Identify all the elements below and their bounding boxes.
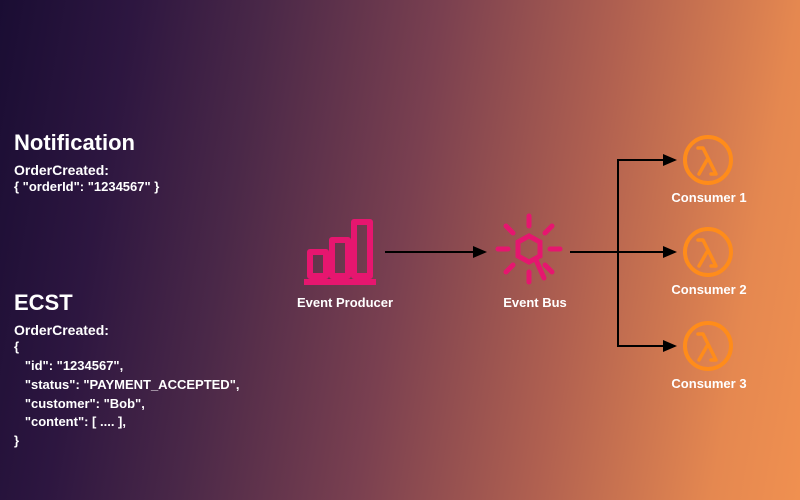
event-producer-label: Event Producer <box>290 295 400 310</box>
notification-heading: Notification <box>14 130 159 156</box>
consumer-1-label: Consumer 1 <box>668 190 750 205</box>
lambda-icon <box>682 320 734 372</box>
arrow-bus-to-consumer1 <box>570 160 675 252</box>
ecst-heading: ECST <box>14 290 239 316</box>
ecst-payload: { "id": "1234567", "status": "PAYMENT_AC… <box>14 338 239 451</box>
lambda-icon <box>682 226 734 278</box>
notification-block: Notification OrderCreated: { "orderId": … <box>14 130 159 197</box>
notification-event-label: OrderCreated: <box>14 162 159 178</box>
event-bus-node <box>490 212 568 290</box>
burst-icon <box>490 212 568 290</box>
event-bus-label: Event Bus <box>490 295 580 310</box>
notification-payload: { "orderId": "1234567" } <box>14 178 159 197</box>
consumer-1-node <box>682 134 734 186</box>
consumer-3-node <box>682 320 734 372</box>
consumer-2-node <box>682 226 734 278</box>
arrow-bus-to-consumer3 <box>570 252 675 346</box>
event-producer-node <box>300 210 380 290</box>
consumer-2-label: Consumer 2 <box>668 282 750 297</box>
lambda-icon <box>682 134 734 186</box>
ecst-block: ECST OrderCreated: { "id": "1234567", "s… <box>14 290 239 451</box>
consumer-3-label: Consumer 3 <box>668 376 750 391</box>
bar-chart-icon <box>300 210 380 290</box>
ecst-event-label: OrderCreated: <box>14 322 239 338</box>
